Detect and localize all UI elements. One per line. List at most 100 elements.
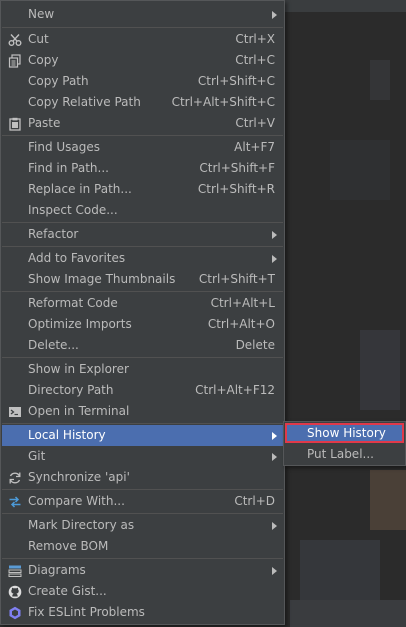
menu-item-shortcut: Ctrl+Alt+Shift+C bbox=[171, 95, 275, 109]
submenu-item-show-history[interactable]: Show History bbox=[285, 423, 404, 443]
menu-separator bbox=[2, 489, 283, 490]
menu-item-shortcut: Ctrl+Alt+F12 bbox=[195, 383, 275, 397]
menu-item-shortcut: Ctrl+Shift+T bbox=[198, 272, 275, 286]
menu-item-git[interactable]: Git bbox=[2, 446, 283, 467]
menu-item-find-in-path[interactable]: Find in Path... Ctrl+Shift+F bbox=[2, 158, 283, 179]
menu-item-shortcut: Ctrl+X bbox=[235, 32, 275, 46]
menu-item-optimize-imports[interactable]: Optimize Imports Ctrl+Alt+O bbox=[2, 314, 283, 335]
menu-item-label: Remove BOM bbox=[28, 539, 109, 553]
menu-item-shortcut: Ctrl+Shift+R bbox=[197, 182, 275, 196]
terminal-icon bbox=[8, 405, 22, 419]
submenu-item-label: Show History bbox=[307, 426, 386, 440]
menu-item-label: Refactor bbox=[28, 227, 79, 241]
copy-icon bbox=[8, 54, 22, 68]
menu-separator bbox=[2, 513, 283, 514]
menu-item-reformat-code[interactable]: Reformat Code Ctrl+Alt+L bbox=[2, 293, 283, 314]
menu-separator bbox=[2, 558, 283, 559]
menu-item-label: Open in Terminal bbox=[28, 404, 130, 418]
menu-separator bbox=[2, 27, 283, 28]
menu-item-shortcut: Ctrl+Alt+L bbox=[210, 296, 275, 310]
menu-item-local-history[interactable]: Local History bbox=[2, 425, 283, 446]
menu-item-label: Find Usages bbox=[28, 140, 101, 154]
menu-item-shortcut: Ctrl+D bbox=[234, 494, 275, 508]
menu-item-add-to-favorites[interactable]: Add to Favorites bbox=[2, 248, 283, 269]
menu-item-inspect-code[interactable]: Inspect Code... bbox=[2, 200, 283, 221]
context-menu: New Cut Ctrl+X Copy Ctrl+C Copy Path Ctr… bbox=[0, 0, 285, 625]
scissors-icon bbox=[8, 33, 22, 47]
menu-separator bbox=[2, 246, 283, 247]
menu-item-label: Replace in Path... bbox=[28, 182, 132, 196]
submenu-arrow-icon bbox=[272, 11, 277, 19]
submenu-arrow-icon bbox=[272, 522, 277, 530]
menu-separator bbox=[2, 423, 283, 424]
menu-separator bbox=[2, 135, 283, 136]
paste-icon bbox=[8, 117, 22, 131]
menu-item-label: Inspect Code... bbox=[28, 203, 118, 217]
menu-item-open-in-terminal[interactable]: Open in Terminal bbox=[2, 401, 283, 422]
menu-item-label: Add to Favorites bbox=[28, 251, 126, 265]
menu-item-label: Local History bbox=[28, 428, 106, 442]
menu-item-mark-directory-as[interactable]: Mark Directory as bbox=[2, 515, 283, 536]
menu-separator bbox=[2, 222, 283, 223]
github-icon bbox=[8, 585, 22, 599]
menu-item-label: Git bbox=[28, 449, 46, 463]
menu-item-label: Paste bbox=[28, 116, 61, 130]
menu-item-remove-bom[interactable]: Remove BOM bbox=[2, 536, 283, 557]
submenu-arrow-icon bbox=[272, 255, 277, 263]
menu-item-copy-path[interactable]: Copy Path Ctrl+Shift+C bbox=[2, 71, 283, 92]
submenu-arrow-icon bbox=[272, 453, 277, 461]
menu-item-label: Delete... bbox=[28, 338, 79, 352]
menu-item-refactor[interactable]: Refactor bbox=[2, 224, 283, 245]
local-history-submenu: Show History Put Label... bbox=[283, 421, 406, 466]
menu-item-label: Create Gist... bbox=[28, 584, 107, 598]
menu-item-shortcut: Ctrl+V bbox=[235, 116, 275, 130]
menu-item-replace-in-path[interactable]: Replace in Path... Ctrl+Shift+R bbox=[2, 179, 283, 200]
submenu-item-label: Put Label... bbox=[307, 447, 374, 461]
menu-item-label: Diagrams bbox=[28, 563, 86, 577]
menu-item-label: Copy Path bbox=[28, 74, 89, 88]
menu-item-label: Fix ESLint Problems bbox=[28, 605, 145, 619]
menu-item-label: Reformat Code bbox=[28, 296, 118, 310]
menu-item-copy[interactable]: Copy Ctrl+C bbox=[2, 50, 283, 71]
menu-item-new[interactable]: New bbox=[2, 4, 283, 25]
menu-item-diagrams[interactable]: Diagrams bbox=[2, 560, 283, 581]
submenu-arrow-icon bbox=[272, 231, 277, 239]
menu-separator bbox=[2, 291, 283, 292]
menu-item-cut[interactable]: Cut Ctrl+X bbox=[2, 29, 283, 50]
sync-icon bbox=[8, 471, 22, 485]
submenu-item-put-label[interactable]: Put Label... bbox=[285, 444, 404, 464]
menu-item-copy-relative-path[interactable]: Copy Relative Path Ctrl+Alt+Shift+C bbox=[2, 92, 283, 113]
menu-item-create-gist[interactable]: Create Gist... bbox=[2, 581, 283, 602]
menu-item-label: Cut bbox=[28, 32, 49, 46]
menu-item-shortcut: Alt+F7 bbox=[234, 140, 275, 154]
submenu-arrow-icon bbox=[272, 567, 277, 575]
menu-item-label: Directory Path bbox=[28, 383, 114, 397]
menu-item-shortcut: Ctrl+C bbox=[235, 53, 275, 67]
menu-item-paste[interactable]: Paste Ctrl+V bbox=[2, 113, 283, 134]
menu-item-label: Show in Explorer bbox=[28, 362, 129, 376]
menu-item-fix-eslint-problems[interactable]: Fix ESLint Problems bbox=[2, 602, 283, 623]
menu-item-shortcut: Delete bbox=[235, 338, 275, 352]
menu-item-compare-with[interactable]: Compare With... Ctrl+D bbox=[2, 491, 283, 512]
compare-icon bbox=[8, 495, 22, 509]
menu-item-label: Find in Path... bbox=[28, 161, 109, 175]
menu-item-label: Copy Relative Path bbox=[28, 95, 141, 109]
menu-item-label: Synchronize 'api' bbox=[28, 470, 130, 484]
menu-item-synchronize[interactable]: Synchronize 'api' bbox=[2, 467, 283, 488]
menu-item-label: Copy bbox=[28, 53, 59, 67]
menu-item-label: Mark Directory as bbox=[28, 518, 135, 532]
menu-item-directory-path[interactable]: Directory Path Ctrl+Alt+F12 bbox=[2, 380, 283, 401]
menu-item-label: Compare With... bbox=[28, 494, 125, 508]
menu-item-delete[interactable]: Delete... Delete bbox=[2, 335, 283, 356]
submenu-arrow-icon bbox=[272, 432, 277, 440]
menu-item-find-usages[interactable]: Find Usages Alt+F7 bbox=[2, 137, 283, 158]
menu-item-shortcut: Ctrl+Alt+O bbox=[207, 317, 275, 331]
menu-item-show-in-explorer[interactable]: Show in Explorer bbox=[2, 359, 283, 380]
menu-item-shortcut: Ctrl+Shift+C bbox=[197, 74, 275, 88]
menu-item-label: Show Image Thumbnails bbox=[28, 272, 176, 286]
menu-item-show-image-thumbnails[interactable]: Show Image Thumbnails Ctrl+Shift+T bbox=[2, 269, 283, 290]
menu-separator bbox=[2, 357, 283, 358]
menu-item-label: New bbox=[28, 7, 55, 21]
diagram-icon bbox=[8, 564, 22, 578]
menu-item-shortcut: Ctrl+Shift+F bbox=[199, 161, 275, 175]
